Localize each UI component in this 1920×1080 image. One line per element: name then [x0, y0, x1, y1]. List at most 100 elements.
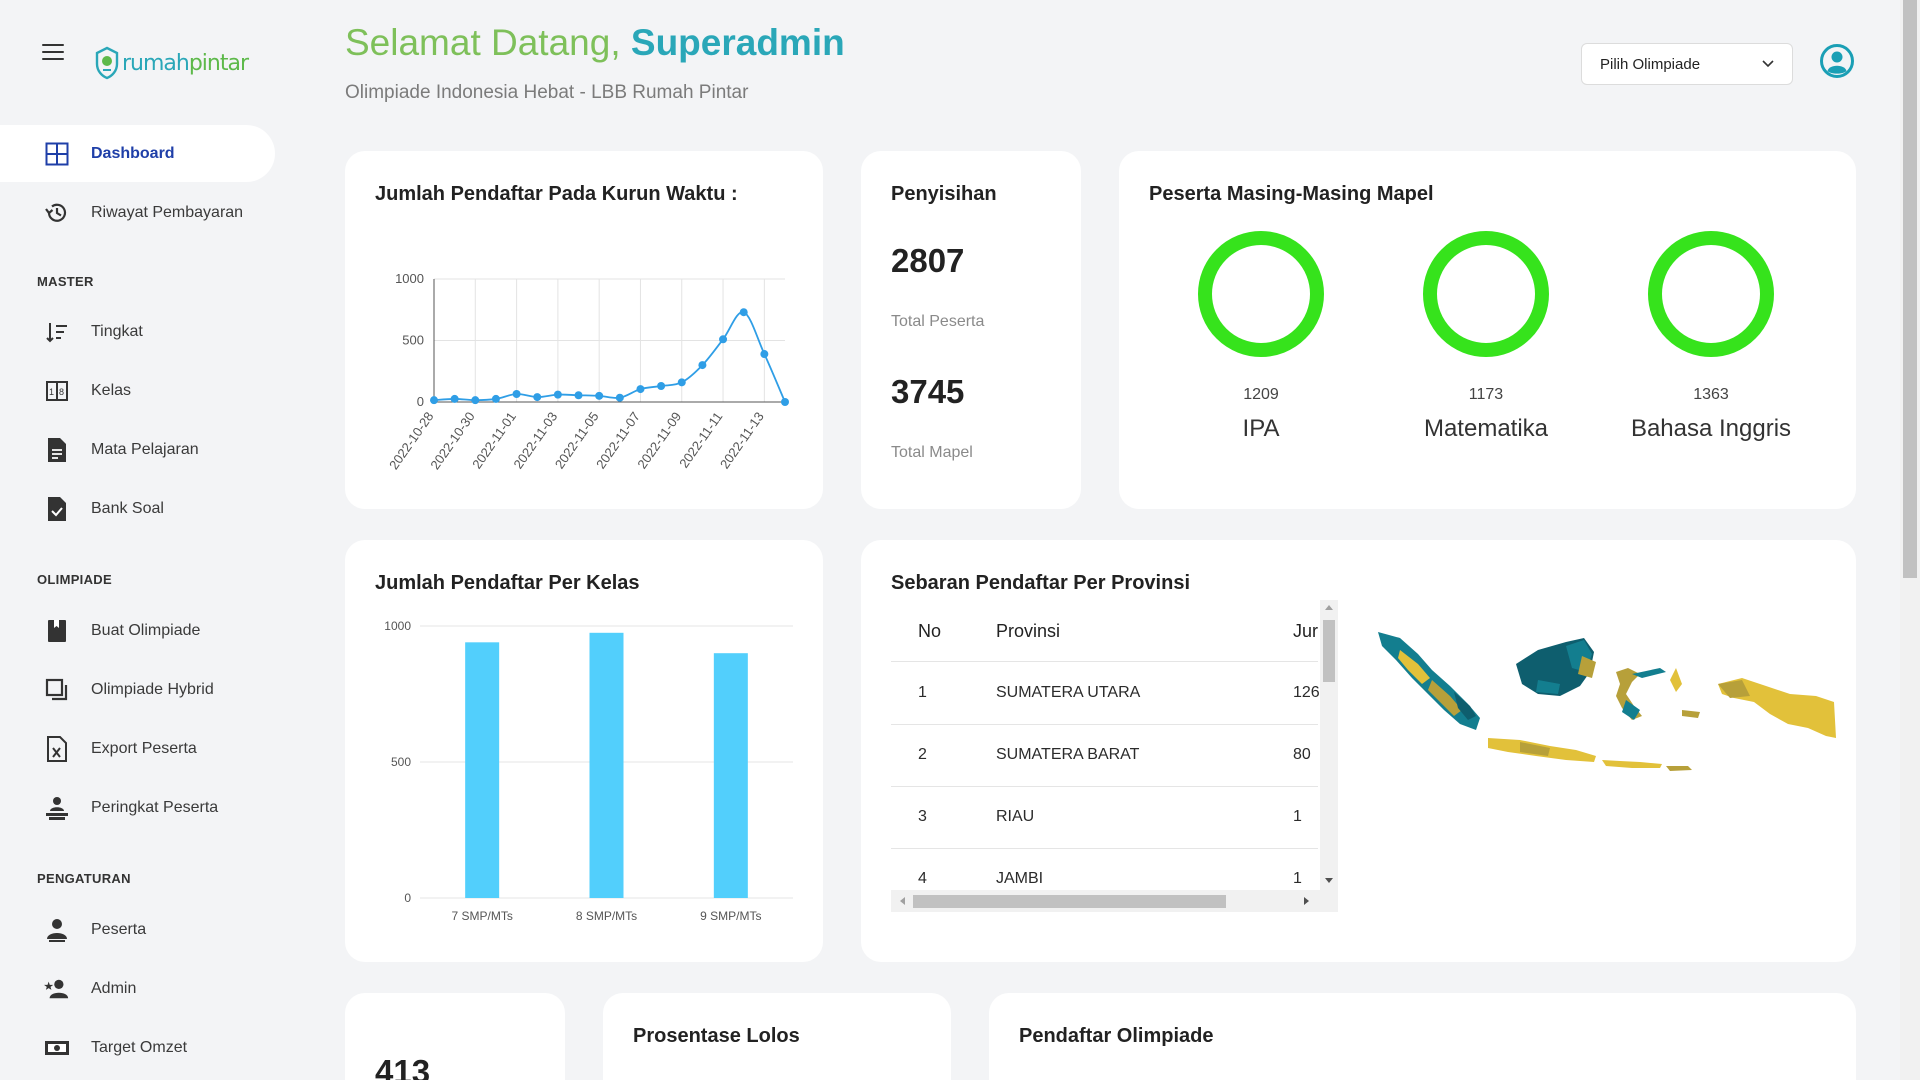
scrollbar-arrows	[900, 895, 1309, 908]
sidebar-item-label: Buat Olimpiade	[91, 621, 201, 639]
bar	[465, 642, 500, 898]
logo-mark-icon	[95, 46, 119, 80]
data-point	[491, 394, 500, 403]
excel-file-icon	[44, 735, 70, 762]
data-point	[698, 361, 707, 370]
sidebar-item-peringkat-peserta[interactable]: Peringkat Peserta	[0, 779, 275, 836]
total-peserta-label: Total Peserta	[891, 313, 985, 330]
column-header-jumlah: Jur	[1293, 621, 1319, 641]
y-tick-label: 500	[391, 755, 411, 769]
bar-chart: 0 500 1000 7 SMP/MTs 8 SMP/MTs 9 SMP/MTs	[384, 619, 793, 923]
menu-toggle[interactable]	[42, 44, 64, 60]
provinsi-table: No Provinsi Jur 1 SUMATERA UTARA 126 2 S…	[891, 600, 1338, 913]
logo-text: rumahpintar	[122, 50, 249, 76]
sidebar-item-tingkat[interactable]: Tingkat	[0, 303, 275, 360]
pendaftar-olimpiade-card: Pendaftar Olimpiade	[989, 993, 1856, 1080]
data-point	[781, 398, 789, 406]
cell-jumlah: 126	[1293, 684, 1320, 701]
data-point	[657, 382, 666, 391]
y-tick-label: 1000	[384, 619, 411, 633]
sidebar-item-label: Admin	[91, 979, 137, 997]
section-title-olimpiade: OLIMPIADE	[37, 572, 112, 587]
table-row[interactable]: 3 RIAU 1	[891, 787, 1318, 849]
sidebar-item-label: Export Peserta	[91, 739, 197, 757]
cell-jumlah: 80	[1293, 746, 1311, 763]
table-vertical-scrollbar[interactable]	[1320, 600, 1338, 890]
class-icon: 18	[44, 378, 70, 404]
section-title-pengaturan: PENGATURAN	[37, 871, 131, 886]
indonesia-map[interactable]	[1370, 620, 1850, 800]
grid-icon	[44, 141, 70, 167]
olimpiade-select[interactable]: Pilih Olimpiade	[1581, 43, 1793, 85]
cell-no: 4	[918, 870, 927, 887]
column-header-no: No	[918, 621, 942, 641]
sidebar-item-bank-soal[interactable]: Bank Soal	[0, 480, 275, 537]
cell-no: 1	[918, 684, 927, 701]
sidebar-item-peserta[interactable]: Peserta	[0, 901, 275, 958]
sidebar-item-export-peserta[interactable]: Export Peserta	[0, 720, 275, 777]
sidebar-item-label: Riwayat Pembayaran	[91, 203, 244, 221]
summary-value: 413	[375, 1053, 431, 1080]
mapel-value: 1209	[1243, 386, 1279, 403]
olimpiade-select-value: Pilih Olimpiade	[1600, 55, 1701, 73]
hamburger-icon[interactable]	[42, 44, 64, 60]
sidebar-item-dashboard[interactable]: Dashboard	[0, 125, 275, 182]
sidebar: rumahpintar Dashboard Riwayat Pembayaran…	[0, 0, 290, 1080]
page-subtitle: Olimpiade Indonesia Hebat - LBB Rumah Pi…	[345, 82, 749, 103]
cell-provinsi: RIAU	[996, 808, 1035, 825]
data-point	[595, 391, 604, 400]
cell-provinsi: JAMBI	[996, 870, 1044, 887]
logo[interactable]: rumahpintar	[94, 44, 249, 82]
donut-charts	[1198, 231, 1774, 357]
registrants-timeline-card: Jumlah Pendaftar Pada Kurun Waktu : 0 500…	[345, 151, 823, 509]
bar	[589, 632, 624, 898]
sidebar-item-kelas[interactable]: 18 Kelas	[0, 362, 275, 419]
logo-text-part2: pintar	[188, 50, 249, 76]
penyisihan-card: Penyisihan 2807 Total Peserta 3745 Total…	[861, 151, 1081, 509]
table-row[interactable]: 2 SUMATERA BARAT 80	[891, 725, 1318, 787]
sidebar-item-mata-pelajaran[interactable]: Mata Pelajaran	[0, 421, 275, 478]
donut-bahasa-inggris	[1648, 231, 1774, 357]
sidebar-item-target-omzet[interactable]: Target Omzet	[0, 1019, 275, 1076]
data-point	[719, 335, 728, 344]
x-tick-label: 7 SMP/MTs	[451, 909, 512, 923]
sidebar-item-buat-olimpiade[interactable]: Buat Olimpiade	[0, 602, 275, 659]
page-scrollbar-thumb[interactable]	[1903, 0, 1917, 578]
user-icon	[44, 917, 70, 943]
money-icon	[44, 1035, 70, 1061]
data-point	[450, 394, 459, 403]
cell-no: 2	[918, 746, 927, 763]
copy-icon	[44, 677, 70, 703]
history-icon	[44, 200, 70, 226]
table-horizontal-scrollbar[interactable]	[891, 890, 1338, 912]
total-mapel-label: Total Mapel	[891, 444, 973, 461]
card-title: Prosentase Lolos	[633, 1025, 800, 1047]
sidebar-item-label: Olimpiade Hybrid	[91, 680, 214, 698]
data-point	[430, 396, 438, 405]
svg-text:8: 8	[59, 387, 64, 397]
line-chart: 050010002022-10-282022-10-302022-11-0120…	[386, 271, 789, 472]
document-icon	[44, 437, 70, 463]
mapel-label: Matematika	[1423, 415, 1549, 442]
data-point	[677, 378, 686, 387]
sidebar-item-olimpiade-hybrid[interactable]: Olimpiade Hybrid	[0, 661, 275, 718]
mapel-value: 1173	[1468, 386, 1504, 403]
sidebar-item-label: Bank Soal	[91, 499, 164, 517]
sidebar-item-riwayat-pembayaran[interactable]: Riwayat Pembayaran	[0, 184, 275, 241]
data-point	[471, 396, 480, 405]
sidebar-item-admin[interactable]: Admin	[0, 960, 275, 1017]
bar	[713, 653, 748, 898]
series-line	[433, 311, 786, 403]
column-header-provinsi: Provinsi	[996, 621, 1061, 641]
peserta-mapel-card: Peserta Masing-Masing Mapel 1209 IPA 117…	[1119, 151, 1856, 509]
card-title: Pendaftar Olimpiade	[1019, 1025, 1214, 1047]
data-point	[615, 393, 624, 402]
sidebar-item-label: Kelas	[91, 381, 132, 399]
table-row[interactable]: 1 SUMATERA UTARA 126	[891, 663, 1320, 725]
mapel-label: IPA	[1242, 415, 1280, 442]
x-tick-label: 9 SMP/MTs	[700, 909, 761, 923]
sidebar-item-label: Target Omzet	[91, 1038, 188, 1056]
logo-text-part1: rumah	[122, 50, 190, 76]
chevron-down-icon	[1762, 60, 1774, 68]
user-avatar-icon[interactable]	[1820, 44, 1854, 78]
